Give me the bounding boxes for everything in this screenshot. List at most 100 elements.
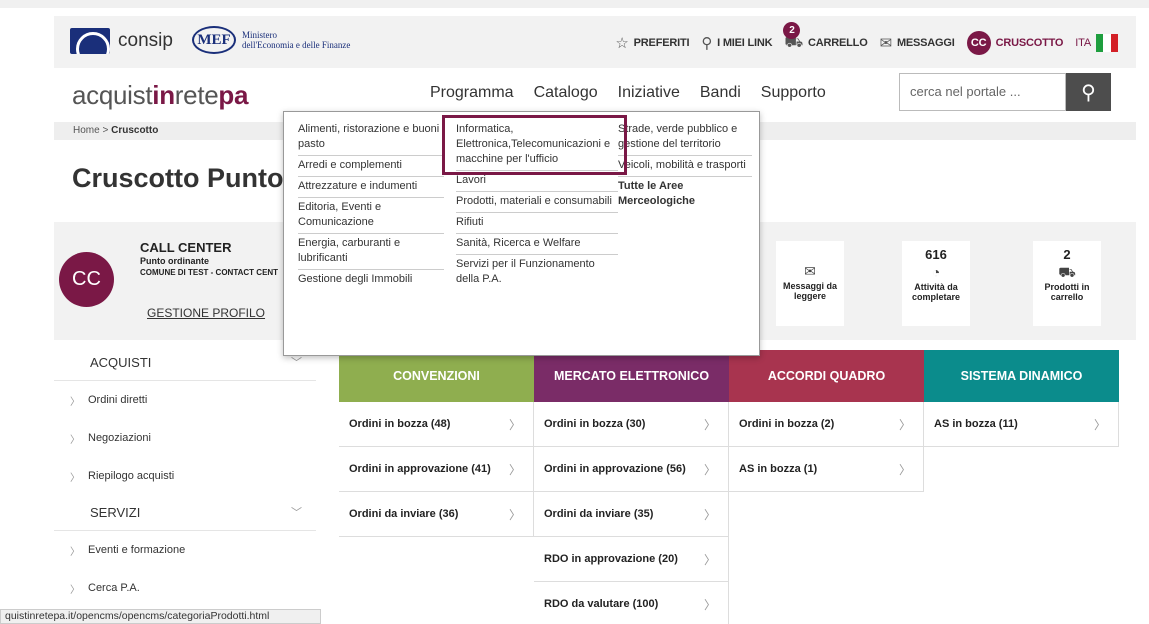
column-row[interactable]: AS in bozza (1) 〉 bbox=[729, 447, 923, 492]
brand-part-3: rete bbox=[174, 80, 219, 110]
nav-iniziative[interactable]: Iniziative bbox=[618, 84, 680, 106]
column-header-mepa[interactable]: MERCATO ELETTRONICO bbox=[534, 350, 729, 402]
mef-line2: dell'Economia e delle Finanze bbox=[242, 40, 351, 50]
menu-item[interactable]: Alimenti, ristorazione e buoni pasto bbox=[298, 120, 444, 156]
menu-item[interactable]: Sanità, Ricerca e Welfare bbox=[456, 234, 618, 255]
column-row[interactable]: RDO da valutare (100) 〉 bbox=[534, 582, 728, 624]
column-row[interactable]: Ordini in bozza (30) 〉 bbox=[534, 402, 728, 447]
column-header-sistema[interactable]: SISTEMA DINAMICO bbox=[924, 350, 1119, 402]
mef-logo[interactable]: MEF Ministero dell'Economia e delle Fina… bbox=[192, 26, 350, 54]
chevron-right-icon: 〉 bbox=[1093, 417, 1106, 432]
sidebar-item-eventi[interactable]: 〉 Eventi e formazione bbox=[54, 531, 316, 569]
acquistinretepa-logo[interactable]: acquistinretepa bbox=[72, 80, 248, 111]
column-row[interactable]: Ordini in bozza (48) 〉 bbox=[339, 402, 533, 447]
row-label: Ordini in approvazione (56) bbox=[544, 463, 686, 475]
profile-name: CALL CENTER bbox=[140, 240, 232, 255]
menu-item[interactable]: Rifiuti bbox=[456, 213, 618, 234]
row-label: Ordini in bozza (48) bbox=[349, 418, 451, 430]
row-label: Ordini in bozza (2) bbox=[739, 418, 835, 430]
chevron-right-icon: 〉 bbox=[70, 546, 80, 558]
sidebar-item-negoziazioni[interactable]: 〉 Negoziazioni bbox=[54, 419, 316, 457]
nav-bandi[interactable]: Bandi bbox=[700, 84, 741, 106]
carrello-link[interactable]: 2 ⛟ CARRELLO bbox=[783, 21, 868, 53]
column-sistema-dinamico: SISTEMA DINAMICO AS in bozza (11) 〉 bbox=[924, 350, 1119, 447]
chevron-right-icon: 〉 bbox=[70, 434, 80, 446]
nav-catalogo[interactable]: Catalogo bbox=[534, 84, 598, 106]
menu-item[interactable]: Attrezzature e indumenti bbox=[298, 177, 444, 198]
column-row[interactable]: Ordini in approvazione (56) 〉 bbox=[534, 447, 728, 492]
menu-item[interactable]: Prodotti, materiali e consumabili bbox=[456, 192, 618, 213]
menu-item[interactable]: Energia, carburanti e lubrificanti bbox=[298, 234, 444, 270]
menu-item[interactable]: Gestione degli Immobili bbox=[298, 270, 444, 290]
search-input[interactable]: cerca nel portale ... bbox=[899, 73, 1066, 111]
miei-link-label: I MIEI LINK bbox=[717, 37, 773, 49]
sidebar-item-label: Riepilogo acquisti bbox=[88, 470, 175, 482]
breadcrumb-current: Cruscotto bbox=[111, 125, 159, 136]
nav-programma[interactable]: Programma bbox=[430, 84, 514, 106]
column-header-accordi[interactable]: ACCORDI QUADRO bbox=[729, 350, 924, 402]
nav-supporto[interactable]: Supporto bbox=[761, 84, 826, 106]
cart-icon: ⛟ bbox=[1058, 264, 1076, 280]
language-label: ITA bbox=[1075, 37, 1091, 49]
chevron-right-icon: 〉 bbox=[70, 396, 80, 408]
chevron-right-icon: 〉 bbox=[508, 417, 521, 432]
miei-link-link[interactable]: ⚲ I MIEI LINK bbox=[701, 34, 772, 52]
menu-item[interactable]: Strade, verde pubblico e gestione del te… bbox=[618, 120, 752, 156]
column-header-convenzioni[interactable]: CONVENZIONI bbox=[339, 350, 534, 402]
sidebar-section-servizi[interactable]: SERVIZI ﹀ bbox=[54, 495, 316, 531]
messaggi-label: MESSAGGI bbox=[896, 37, 955, 49]
stat-attivita-num: 616 bbox=[925, 247, 947, 262]
mef-logo-icon: MEF bbox=[192, 26, 236, 54]
column-row[interactable]: Ordini da inviare (36) 〉 bbox=[339, 492, 533, 537]
sidebar-item-riepilogo[interactable]: 〉 Riepilogo acquisti bbox=[54, 457, 316, 495]
menu-item-tutte-aree[interactable]: Tutte le Aree Merceologiche bbox=[618, 177, 752, 212]
chevron-right-icon: 〉 bbox=[703, 507, 716, 522]
gestione-profilo-link[interactable]: GESTIONE PROFILO bbox=[147, 306, 265, 320]
consip-logo[interactable]: consip bbox=[70, 28, 173, 54]
user-avatar: CC bbox=[966, 31, 991, 55]
chevron-right-icon: 〉 bbox=[70, 584, 80, 596]
column-mercato-elettronico: MERCATO ELETTRONICO Ordini in bozza (30)… bbox=[534, 350, 729, 624]
preferiti-link[interactable]: ☆ PREFERITI bbox=[615, 34, 689, 52]
highlight-box bbox=[442, 115, 627, 175]
menu-item[interactable]: Editoria, Eventi e Comunicazione bbox=[298, 198, 444, 234]
row-label: Ordini in bozza (30) bbox=[544, 418, 646, 430]
column-body: Ordini in bozza (30) 〉 Ordini in approvaz… bbox=[534, 402, 729, 624]
row-label: Ordini in approvazione (41) bbox=[349, 463, 491, 475]
top-utility-bar: consip MEF Ministero dell'Economia e del… bbox=[0, 0, 1149, 68]
column-row[interactable]: RDO in approvazione (20) 〉 bbox=[534, 537, 728, 582]
column-row[interactable]: Ordini in bozza (2) 〉 bbox=[729, 402, 923, 447]
column-convenzioni: CONVENZIONI Ordini in bozza (48) 〉 Ordini… bbox=[339, 350, 534, 537]
chevron-right-icon: 〉 bbox=[70, 472, 80, 484]
top-utility-strip: consip MEF Ministero dell'Economia e del… bbox=[54, 16, 1136, 68]
column-row[interactable]: Ordini in approvazione (41) 〉 bbox=[339, 447, 533, 492]
chevron-right-icon: 〉 bbox=[508, 507, 521, 522]
menu-item[interactable]: Arredi e complementi bbox=[298, 156, 444, 177]
browser-status-bar: quistinretepa.it/opencms/opencms/categor… bbox=[0, 609, 321, 624]
sidebar-item-ordini-diretti[interactable]: 〉 Ordini diretti bbox=[54, 381, 316, 419]
brand-part-2: in bbox=[152, 80, 175, 110]
sidebar-item-cerca-pa[interactable]: 〉 Cerca P.A. bbox=[54, 569, 316, 607]
consip-label: consip bbox=[118, 30, 173, 51]
language-selector[interactable]: ITA bbox=[1075, 34, 1118, 52]
column-accordi-quadro: ACCORDI QUADRO Ordini in bozza (2) 〉 AS i… bbox=[729, 350, 924, 492]
stat-attivita-label2: completare bbox=[911, 292, 961, 302]
stat-messaggi[interactable]: ✉ Messaggi da leggere bbox=[776, 241, 844, 326]
sidebar-section-acquisti[interactable]: ACQUISTI ﹀ bbox=[54, 345, 316, 381]
chevron-right-icon: 〉 bbox=[703, 462, 716, 477]
sidebar-item-label: Negoziazioni bbox=[88, 432, 151, 444]
stat-attivita[interactable]: 616 ◔ Attività da completare bbox=[902, 241, 970, 326]
chevron-right-icon: 〉 bbox=[703, 552, 716, 567]
breadcrumb-home[interactable]: Home bbox=[73, 125, 100, 136]
column-row[interactable]: AS in bozza (11) 〉 bbox=[924, 402, 1118, 447]
chevron-right-icon: 〉 bbox=[898, 417, 911, 432]
messaggi-link[interactable]: ✉ MESSAGGI bbox=[880, 34, 955, 52]
cart-count-badge: 2 bbox=[783, 21, 801, 39]
menu-item[interactable]: Veicoli, mobilità e trasporti bbox=[618, 156, 752, 177]
cruscotto-link[interactable]: CC CRUSCOTTO bbox=[966, 31, 1063, 55]
search-button[interactable]: ⚲ bbox=[1066, 73, 1111, 111]
profile-role: Punto ordinante bbox=[140, 256, 209, 266]
column-row[interactable]: Ordini da inviare (35) 〉 bbox=[534, 492, 728, 537]
stat-carrello[interactable]: 2 ⛟ Prodotti in carrello bbox=[1033, 241, 1101, 326]
menu-item[interactable]: Servizi per il Funzionamento della P.A. bbox=[456, 255, 618, 290]
